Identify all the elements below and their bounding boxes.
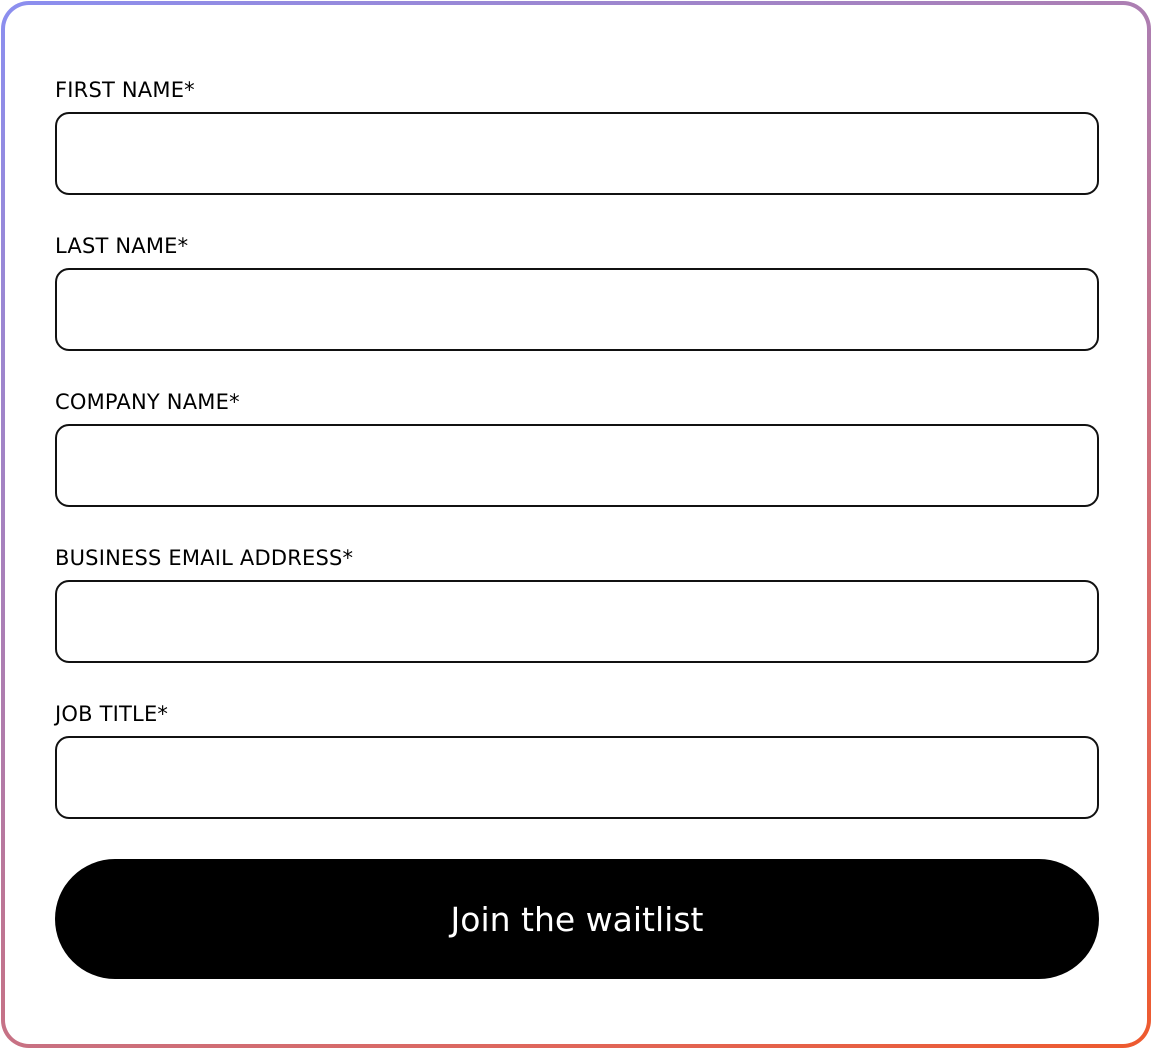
join-waitlist-button[interactable]: Join the waitlist xyxy=(55,859,1099,979)
last-name-label: LAST NAME* xyxy=(55,234,189,258)
form-card-border: FIRST NAME* LAST NAME* COMPANY NAME* BUS… xyxy=(1,1,1151,1048)
last-name-input[interactable] xyxy=(55,268,1099,351)
job-title-label: JOB TITLE* xyxy=(55,702,169,726)
company-name-input[interactable] xyxy=(55,424,1099,507)
business-email-label: BUSINESS EMAIL ADDRESS* xyxy=(55,546,354,570)
first-name-label: FIRST NAME* xyxy=(55,78,195,102)
job-title-input[interactable] xyxy=(55,736,1099,819)
waitlist-form-card: FIRST NAME* LAST NAME* COMPANY NAME* BUS… xyxy=(5,5,1147,1044)
business-email-input[interactable] xyxy=(55,580,1099,663)
company-name-label: COMPANY NAME* xyxy=(55,390,240,414)
first-name-input[interactable] xyxy=(55,112,1099,195)
